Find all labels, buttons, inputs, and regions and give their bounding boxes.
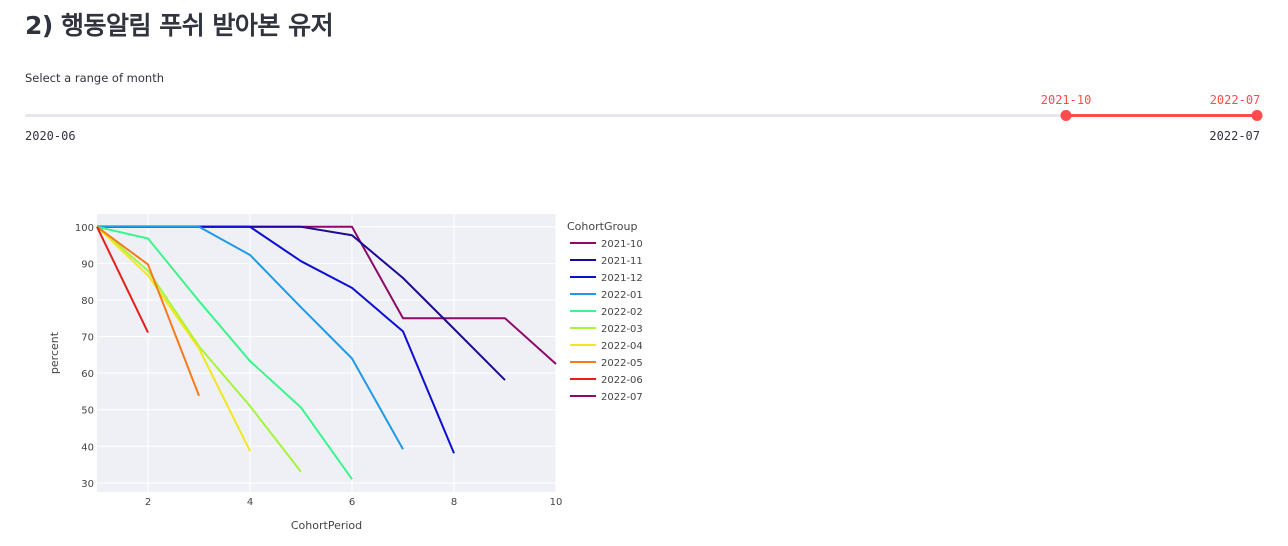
legend-item-label: 2022-01 [601, 290, 643, 301]
legend-item-label: 2022-05 [601, 358, 643, 369]
slider-label: Select a range of month [25, 71, 164, 85]
slider-thumb-end[interactable] [1251, 110, 1263, 121]
legend-item-label: 2022-03 [601, 324, 643, 335]
y-tick-label: 50 [81, 406, 94, 417]
slider-thumb-start[interactable] [1060, 110, 1072, 121]
legend-item-label: 2022-02 [601, 307, 643, 318]
y-tick-label: 80 [81, 296, 94, 307]
x-tick-label: 8 [451, 497, 457, 508]
legend-item-label: 2022-04 [601, 341, 643, 352]
legend-title: CohortGroup [567, 220, 637, 233]
legend-item-label: 2022-06 [601, 375, 643, 386]
y-axis-label: percent [48, 331, 61, 374]
x-tick-label: 2 [145, 497, 151, 508]
legend-item-label: 2022-07 [601, 392, 643, 403]
legend-item-label: 2021-10 [601, 239, 643, 250]
legend: 2021-10 2021-11 2021-12 2022-01 2022-02 2022-… [570, 239, 643, 403]
x-tick-label: 6 [349, 497, 355, 508]
y-tick-label: 40 [81, 442, 94, 453]
y-tick-label: 30 [81, 479, 94, 490]
y-tick-label: 60 [81, 369, 94, 380]
x-tick-label: 10 [550, 497, 563, 508]
page-title: 2) 행동알림 푸쉬 받아본 유저 [25, 11, 334, 40]
y-tick-label: 70 [81, 333, 94, 344]
retention-line-chart: 2 4 6 8 10 30 40 50 60 70 80 90 100 CohortPeriod per… [48, 214, 643, 532]
slider-max-label: 2022-07 [1209, 129, 1260, 143]
x-axis-label: CohortPeriod [291, 519, 362, 532]
plot-background [97, 214, 556, 492]
y-tick-label: 90 [81, 259, 94, 270]
legend-item-label: 2021-11 [601, 256, 643, 267]
y-tick-label: 100 [75, 223, 94, 234]
slider-end-value: 2022-07 [1209, 93, 1261, 107]
legend-item-label: 2021-12 [601, 273, 643, 284]
x-tick-label: 4 [247, 497, 253, 508]
slider-selected-range [1066, 114, 1257, 117]
slider-min-label: 2020-06 [25, 129, 76, 143]
slider-start-value: 2021-10 [1040, 93, 1092, 107]
month-range-slider[interactable]: 2021-10 2022-07 2020-06 2022-07 [25, 92, 1263, 143]
